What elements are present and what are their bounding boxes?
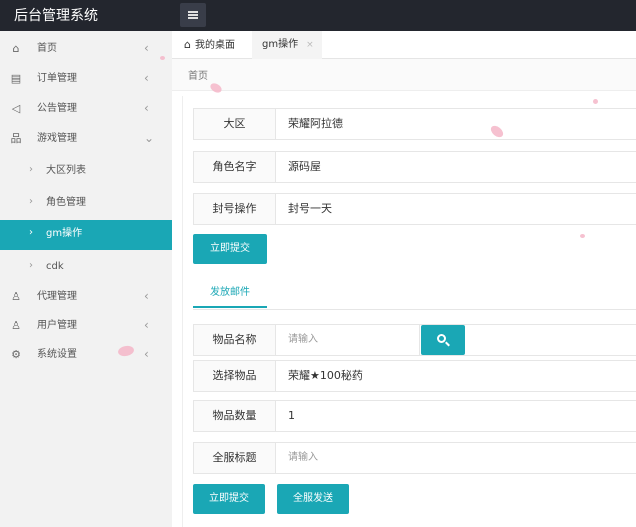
form-row-server: 大区 荣耀阿拉德 <box>193 108 636 140</box>
sidebar-item-orders[interactable]: ▤ 订单管理 ‹ <box>0 65 172 95</box>
ban-select[interactable]: 封号一天 <box>288 194 332 224</box>
form-row-select-item: 选择物品 荣耀★100秘药 <box>193 360 636 392</box>
menu-toggle-button[interactable] <box>180 3 206 27</box>
user-icon: ♙ <box>11 290 21 303</box>
menu-icon <box>188 11 198 19</box>
role-name-field[interactable]: 源码屋 <box>288 152 321 182</box>
tab-label: gm操作 <box>262 39 299 50</box>
sidebar-item-label: 公告管理 <box>37 103 77 114</box>
sidebar-item-home[interactable]: ⌂ 首页 ‹ <box>0 35 172 65</box>
sidebar-item-users[interactable]: ♙ 用户管理 ‹ <box>0 312 172 342</box>
petal-decoration <box>160 56 165 60</box>
chevron-right-icon: › <box>29 164 33 175</box>
sidebar-item-label: 用户管理 <box>37 320 77 331</box>
tab-bar: ⌂ 我的桌面 gm操作 × <box>172 31 636 59</box>
chevron-right-icon: › <box>29 227 33 238</box>
sidebar-item-roles[interactable]: › 角色管理 <box>0 189 172 219</box>
sidebar-item-label: 代理管理 <box>37 291 77 302</box>
sidebar-item-label: gm操作 <box>46 228 83 239</box>
divider <box>193 309 636 310</box>
breadcrumb: 首页 <box>172 59 636 91</box>
field-label: 物品数量 <box>194 401 276 431</box>
sound-icon: ◁ <box>11 102 21 115</box>
user-icon: ♙ <box>11 319 21 332</box>
form-row-item-name: 物品名称 请输入 <box>193 324 636 356</box>
send-all-button[interactable]: 全服发送 <box>277 484 349 514</box>
home-icon: ⌂ <box>184 38 191 51</box>
sidebar-item-label: 大区列表 <box>46 165 86 176</box>
sidebar-item-regions[interactable]: › 大区列表 <box>0 157 172 187</box>
field-label: 大区 <box>194 109 276 139</box>
gear-icon: ⚙ <box>11 348 21 361</box>
main-content: 大区 荣耀阿拉德 角色名字 源码屋 封号操作 封号一天 立即提交 发放邮件 物品… <box>182 96 636 527</box>
home-icon: ⌂ <box>12 42 20 55</box>
sidebar-item-games[interactable]: 品 游戏管理 ⌄ <box>0 125 172 155</box>
quantity-field[interactable]: 1 <box>288 401 295 431</box>
chevron-left-icon: ‹ <box>144 347 149 361</box>
sidebar-item-label: 游戏管理 <box>37 133 77 144</box>
field-label: 物品名称 <box>194 325 276 355</box>
sidebar-item-cdk[interactable]: › cdk <box>0 253 172 283</box>
sidebar-item-announcements[interactable]: ◁ 公告管理 ‹ <box>0 95 172 125</box>
tab-send-mail[interactable]: 发放邮件 <box>193 278 267 308</box>
chevron-left-icon: ‹ <box>144 101 149 115</box>
field-label: 全服标题 <box>194 443 276 473</box>
submit-mail-button[interactable]: 立即提交 <box>193 484 265 514</box>
sidebar-item-label: cdk <box>46 261 64 272</box>
close-icon[interactable]: × <box>306 40 314 50</box>
form-row-ban: 封号操作 封号一天 <box>193 193 636 225</box>
placeholder-text: 请输入 <box>288 334 318 345</box>
chevron-left-icon: ‹ <box>144 41 149 55</box>
tab-label: 我的桌面 <box>194 40 235 51</box>
item-select[interactable]: 荣耀★100秘药 <box>288 361 363 391</box>
file-icon: ▤ <box>10 72 22 85</box>
form-row-role: 角色名字 源码屋 <box>193 151 636 183</box>
top-bar: 后台管理系统 <box>0 0 636 31</box>
search-button[interactable] <box>421 325 465 355</box>
sidebar: ⌂ 首页 ‹ ▤ 订单管理 ‹ ◁ 公告管理 ‹ 品 游戏管理 ⌄ › 大区列表… <box>0 31 172 527</box>
sitemap-icon: 品 <box>10 132 22 145</box>
breadcrumb-item[interactable]: 首页 <box>188 67 208 82</box>
field-label: 角色名字 <box>194 152 276 182</box>
sidebar-item-gm[interactable]: › gm操作 <box>0 220 172 250</box>
sidebar-item-label: 角色管理 <box>46 197 86 208</box>
tab-gm[interactable]: gm操作 × <box>252 31 322 59</box>
chevron-left-icon: ‹ <box>144 318 149 332</box>
form-row-title: 全服标题 请输入 <box>193 442 636 474</box>
app-title: 后台管理系统 <box>14 8 98 24</box>
submit-ban-button[interactable]: 立即提交 <box>193 234 267 264</box>
sidebar-item-settings[interactable]: ⚙ 系统设置 ‹ <box>0 341 172 371</box>
petal-decoration <box>593 99 598 104</box>
server-select[interactable]: 荣耀阿拉德 <box>288 109 343 139</box>
chevron-left-icon: ‹ <box>144 289 149 303</box>
form-row-quantity: 物品数量 1 <box>193 400 636 432</box>
chevron-left-icon: ‹ <box>144 71 149 85</box>
sidebar-item-label: 首页 <box>37 43 57 54</box>
sidebar-item-label: 订单管理 <box>37 73 77 84</box>
title-input[interactable]: 请输入 <box>288 443 318 473</box>
chevron-right-icon: › <box>29 260 33 271</box>
tab-desktop[interactable]: ⌂ 我的桌面 <box>184 31 256 59</box>
field-label: 选择物品 <box>194 361 276 391</box>
item-name-input[interactable]: 请输入 <box>288 325 420 355</box>
sidebar-item-agents[interactable]: ♙ 代理管理 ‹ <box>0 283 172 313</box>
chevron-down-icon: ⌄ <box>144 131 155 145</box>
chevron-right-icon: › <box>29 196 33 207</box>
sidebar-item-label: 系统设置 <box>37 349 77 360</box>
petal-decoration <box>580 234 585 238</box>
field-label: 封号操作 <box>194 194 276 224</box>
